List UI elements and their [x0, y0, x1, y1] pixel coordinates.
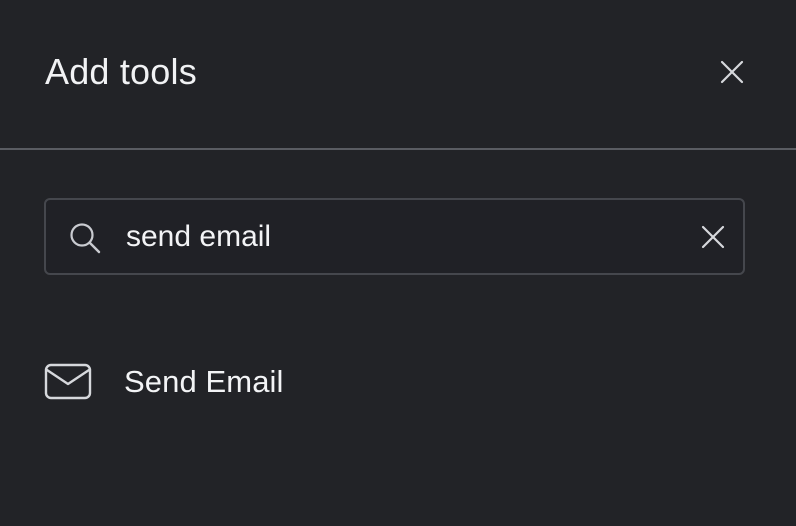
tool-result-send-email[interactable]: Send Email: [44, 356, 745, 408]
panel-title: Add tools: [45, 51, 197, 92]
header-divider: [0, 148, 796, 150]
close-button[interactable]: [712, 52, 752, 92]
search-field[interactable]: [44, 198, 745, 275]
clear-search-button[interactable]: [694, 218, 732, 256]
panel-header: Add tools: [0, 0, 796, 148]
mail-icon: [44, 363, 92, 400]
search-icon: [70, 223, 101, 254]
clear-icon: [701, 225, 725, 249]
close-icon: [720, 60, 744, 84]
search-input[interactable]: [126, 217, 676, 257]
add-tools-panel: Add tools Send Email: [0, 0, 796, 526]
tool-result-label: Send Email: [124, 364, 284, 399]
